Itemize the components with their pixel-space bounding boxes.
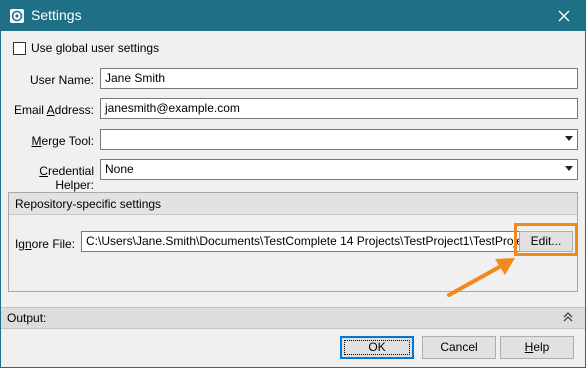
help-button[interactable]: Help bbox=[500, 336, 574, 359]
use-global-settings-checkbox[interactable]: Use global user settings bbox=[13, 41, 159, 55]
title-bar: Settings bbox=[1, 1, 585, 31]
merge-tool-dropdown[interactable] bbox=[100, 129, 578, 150]
repository-settings-header: Repository-specific settings bbox=[9, 193, 577, 215]
ok-button[interactable]: OK bbox=[340, 336, 414, 359]
highlight-box bbox=[514, 223, 578, 256]
credential-helper-label: Credential Helper: bbox=[39, 164, 94, 192]
close-button[interactable] bbox=[543, 1, 585, 31]
ignore-file-label: Ignore File: bbox=[14, 237, 75, 251]
close-icon bbox=[558, 10, 570, 22]
window-title: Settings bbox=[31, 7, 82, 23]
cancel-button[interactable]: Cancel bbox=[422, 336, 496, 359]
ignore-file-path-input[interactable]: C:\Users\Jane.Smith\Documents\TestComple… bbox=[81, 231, 521, 252]
settings-window: Settings Use global user settings User N… bbox=[0, 0, 586, 368]
settings-content: Use global user settings User Name: Jane… bbox=[1, 31, 585, 367]
use-global-settings-label: Use global user settings bbox=[31, 41, 160, 55]
output-label: Output: bbox=[7, 311, 47, 325]
chevron-down-icon bbox=[565, 166, 573, 171]
chevron-down-icon bbox=[565, 136, 573, 141]
arrow-annotation bbox=[447, 258, 515, 297]
user-name-input[interactable]: Jane Smith bbox=[100, 68, 578, 89]
double-chevron-up-icon[interactable] bbox=[561, 310, 575, 324]
merge-tool-label: Merge Tool: bbox=[31, 134, 94, 148]
output-panel-bar[interactable]: Output: bbox=[1, 307, 585, 329]
settings-app-icon bbox=[10, 9, 24, 23]
credential-helper-dropdown[interactable]: None bbox=[100, 159, 578, 180]
checkbox-box[interactable] bbox=[13, 41, 26, 55]
email-address-label: Email Address: bbox=[13, 103, 94, 117]
credential-helper-value: None bbox=[105, 162, 134, 176]
repository-settings-title: Repository-specific settings bbox=[15, 197, 162, 211]
focus-rect bbox=[344, 340, 410, 355]
email-address-input[interactable]: janesmith@example.com bbox=[100, 98, 578, 119]
user-name-label: User Name: bbox=[29, 73, 94, 87]
